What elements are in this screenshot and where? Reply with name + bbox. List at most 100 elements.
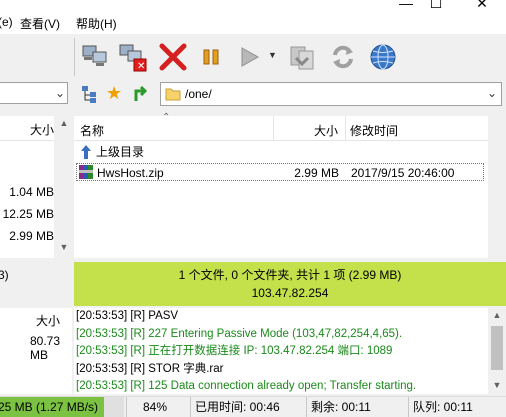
connect-button[interactable] [80, 42, 110, 72]
log-time: [20:53:53] [76, 327, 128, 340]
scroll-down-icon[interactable]: ▼ [488, 380, 506, 390]
file-modified: 2017/9/15 20:46:00 [351, 166, 455, 180]
chevron-down-icon[interactable]: ⌄ [55, 86, 65, 100]
chevron-down-icon[interactable]: ⌄ [487, 86, 497, 100]
local-path-combobox[interactable]: ⌄ [0, 82, 68, 104]
log-text: 125 Data connection already open; Transf… [148, 380, 417, 392]
log-time: [20:53:53] [76, 380, 128, 392]
parent-directory-label: 上级目录 [96, 145, 145, 159]
menu-bar: (e) 查看(V) 帮助(H) [0, 12, 506, 34]
folder-icon [165, 88, 181, 101]
remote-file-list[interactable]: ⌃ 名称 大小 修改时间 上级目录 HwsHost.zip 2.99 MB 20… [74, 112, 488, 258]
archive-file-icon [79, 165, 93, 179]
queue-time: 队列: 00:11 [408, 397, 506, 417]
transfer-progress: 25 MB (1.27 MB/s) [0, 397, 124, 417]
transfer-speed: 25 MB (1.27 MB/s) [0, 400, 99, 414]
file-name: HwsHost.zip [97, 166, 164, 180]
log-text: STOR 字典.rar [148, 362, 224, 375]
scroll-up-icon[interactable]: ▲ [56, 118, 72, 128]
up-directory-button[interactable] [132, 83, 152, 106]
scroll-down-icon[interactable]: ▼ [56, 242, 72, 252]
star-icon[interactable]: ★ [106, 83, 122, 103]
local-size-header[interactable]: 大小 [30, 121, 54, 138]
remote-path-combobox[interactable]: /one/ ⌄ [160, 82, 502, 106]
parent-directory-icon [81, 145, 91, 159]
log-panel[interactable]: [20:53:53] [R] PASV [20:53:53] [R] 227 E… [74, 308, 488, 394]
log-tag: [R] [130, 380, 146, 392]
red-x-icon [159, 43, 187, 71]
stop-button[interactable] [158, 42, 188, 72]
svg-text:✕: ✕ [137, 61, 145, 72]
reconnect-icon [290, 46, 314, 70]
column-divider[interactable] [272, 116, 274, 140]
disconnect-icon: ✕ [119, 44, 147, 72]
transfer-percent: 84% [126, 397, 183, 417]
log-text: PASV [148, 310, 179, 322]
status-bar: 25 MB (1.27 MB/s) 84% 已用时间: 00:46 剩余: 00… [0, 396, 506, 417]
column-divider[interactable] [344, 116, 346, 140]
local-status-text: 3) [0, 268, 9, 282]
play-icon [241, 47, 260, 67]
log-time: [20:53:53] [76, 345, 128, 357]
toolbar: ✕ ▼ [0, 34, 506, 80]
globe-icon [370, 44, 396, 70]
local-size-cell: 12.25 MB [2, 207, 54, 221]
local-list-header: 大小 [0, 116, 54, 141]
local-scrollbar[interactable]: ▲ ▼ [56, 116, 72, 258]
log-scroll-thumb[interactable] [491, 326, 503, 370]
remote-scrollbar[interactable] [488, 116, 506, 258]
pause-icon [203, 49, 219, 65]
menu-help[interactable]: 帮助(H) [76, 15, 117, 32]
queue-list[interactable]: 大小 80.73 MB [0, 308, 72, 394]
remaining-time: 剩余: 00:11 [306, 397, 401, 417]
web-button[interactable] [368, 42, 398, 72]
close-window-button[interactable]: ✕ [462, 0, 502, 12]
log-line: [20:53:53] [R] 227 Entering Passive Mode… [76, 326, 488, 344]
tree-icon [82, 86, 96, 103]
log-text: 227 Entering Passive Mode (103,47,82,254… [148, 327, 403, 340]
log-time: [20:53:53] [76, 310, 128, 322]
disconnect-button[interactable]: ✕ [118, 42, 148, 72]
remote-status-bar: 1 个文件, 0 个文件夹, 共计 1 项 (2.99 MB) 103.47.8… [74, 262, 506, 306]
remote-list-header: ⌃ 名称 大小 修改时间 [74, 112, 488, 141]
log-time: [20:53:53] [76, 362, 128, 375]
tree-toggle-button[interactable] [80, 84, 100, 107]
pause-button[interactable] [196, 42, 226, 72]
elapsed-time: 已用时间: 00:46 [190, 397, 295, 417]
file-row[interactable]: HwsHost.zip 2.99 MB 2017/9/15 20:46:00 [76, 163, 484, 181]
log-line: [20:53:53] [R] STOR 字典.rar [76, 361, 488, 379]
column-modified-header[interactable]: 修改时间 [350, 122, 398, 139]
log-scrollbar[interactable]: ▲ ▼ [488, 308, 506, 394]
log-line: [20:53:53] [R] 正在打开数据连接 IP: 103.47.82.25… [76, 343, 488, 361]
log-tag: [R] [130, 310, 146, 322]
maximize-button[interactable]: ☐ [416, 0, 456, 12]
remote-status-summary: 1 个文件, 0 个文件夹, 共计 1 项 (2.99 MB) [178, 268, 402, 282]
refresh-button[interactable] [328, 42, 358, 72]
reconnect-button[interactable] [288, 42, 318, 72]
log-text: 正在打开数据连接 IP: 103.47.82.254 端口: 1089 [148, 345, 393, 357]
toolbar-separator [74, 38, 75, 76]
log-tag: [R] [130, 345, 146, 357]
column-size-header[interactable]: 大小 [314, 122, 338, 139]
computers-icon [82, 45, 107, 66]
local-file-list[interactable]: 大小 1.04 MB 12.25 MB 2.99 MB [0, 116, 54, 258]
refresh-icon [333, 45, 353, 69]
queue-size-header[interactable]: 大小 [36, 312, 60, 329]
log-line: [20:53:53] [R] 125 Data connection alrea… [76, 378, 488, 394]
play-button[interactable] [234, 42, 264, 72]
scroll-up-icon[interactable]: ▲ [488, 310, 506, 320]
play-dropdown-icon[interactable]: ▼ [268, 50, 277, 60]
menu-view[interactable]: 查看(V) [20, 15, 60, 32]
menu-prev[interactable]: (e) [0, 15, 13, 29]
log-line: [20:53:53] [R] PASV [76, 308, 488, 326]
local-size-cell: 1.04 MB [9, 185, 54, 199]
log-tag: [R] [130, 362, 146, 375]
log-tag: [R] [130, 327, 146, 340]
queue-size-value: 80.73 MB [30, 334, 61, 362]
title-bar: — ☐ ✕ [0, 0, 506, 12]
remote-path: /one/ [185, 87, 212, 101]
sort-indicator-icon: ⌃ [162, 112, 171, 123]
parent-directory-row[interactable]: 上级目录 [76, 142, 276, 162]
green-up-arrow-icon [134, 85, 148, 101]
column-name-header[interactable]: 名称 [80, 122, 104, 139]
